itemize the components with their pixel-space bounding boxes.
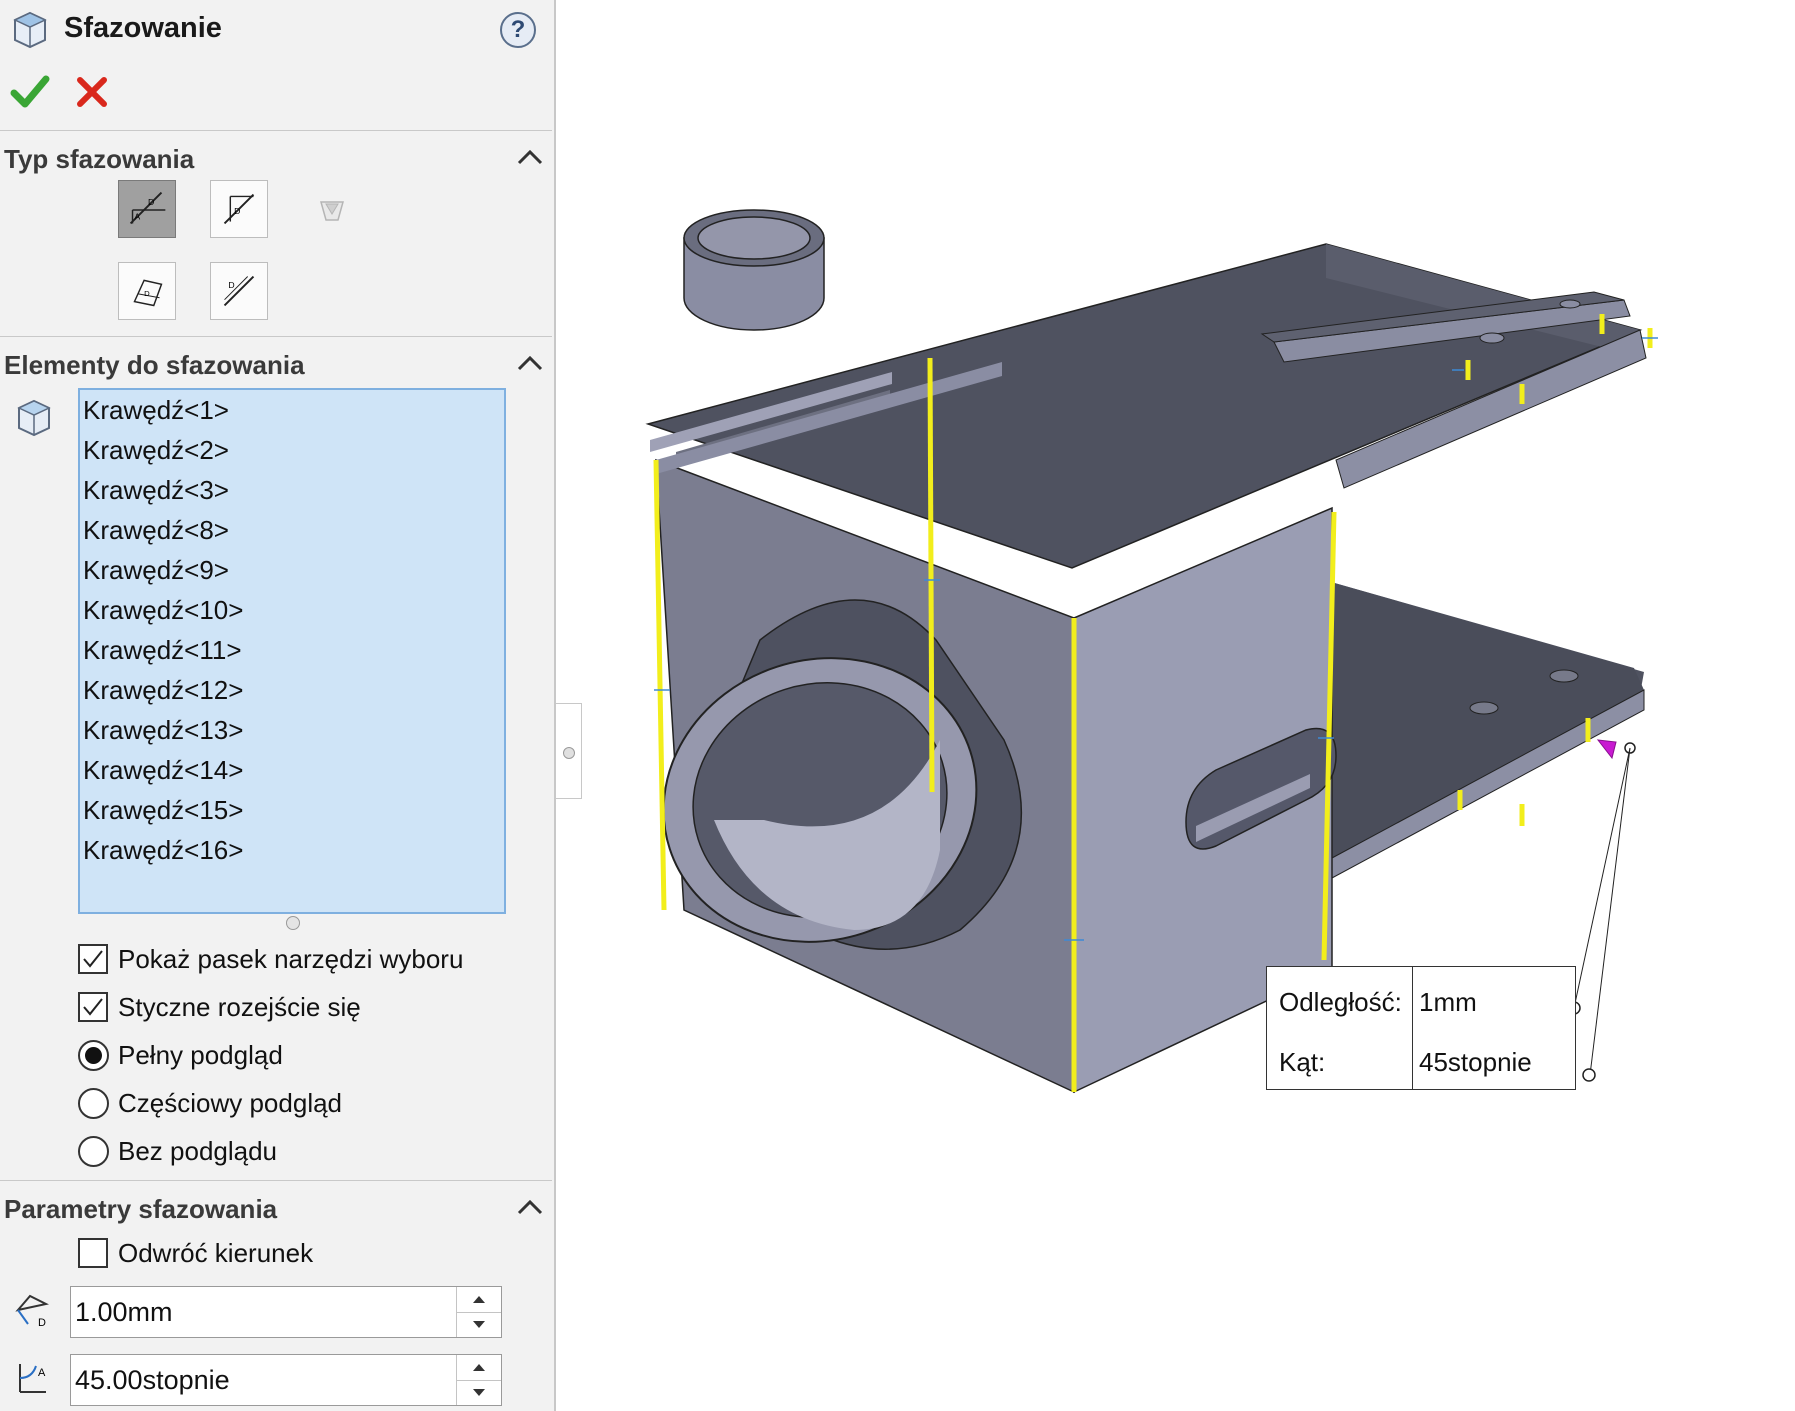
- chamfer-type-face-face-button[interactable]: D: [210, 262, 268, 320]
- divider: [0, 1180, 552, 1181]
- checkbox-box[interactable]: [78, 1238, 108, 1268]
- checkbox-label: Pokaż pasek narzędzi wyboru: [118, 944, 464, 974]
- list-item[interactable]: Krawędź<15>: [80, 790, 504, 830]
- section-title-chamfer-type: Typ sfazowania: [4, 144, 195, 174]
- callout-distance-value[interactable]: 1mm: [1419, 987, 1477, 1018]
- distance-value[interactable]: 1.00mm: [75, 1287, 173, 1337]
- list-item[interactable]: Krawędź<8>: [80, 510, 504, 550]
- leader-anchor[interactable]: [1582, 1068, 1596, 1082]
- angle-input[interactable]: 45.00stopnie: [70, 1354, 502, 1406]
- divider: [0, 130, 552, 131]
- chamfer-type-distance-distance-button[interactable]: D: [210, 180, 268, 238]
- divider: [0, 336, 552, 337]
- spin-up-button[interactable]: [457, 1287, 501, 1313]
- checkbox-label: Odwróć kierunek: [118, 1238, 314, 1268]
- svg-text:A: A: [38, 1367, 46, 1379]
- chamfer-feature-icon: [13, 11, 47, 49]
- svg-text:D: D: [148, 197, 154, 207]
- panel-title: Sfazowanie: [64, 12, 222, 44]
- list-item[interactable]: Krawędź<14>: [80, 750, 504, 790]
- checkbox-label: Styczne rozejście się: [118, 992, 361, 1022]
- list-item[interactable]: Krawędź<1>: [80, 390, 504, 430]
- distance-spinner[interactable]: [456, 1287, 501, 1337]
- distance-input[interactable]: 1.00mm: [70, 1286, 502, 1338]
- strip-hole[interactable]: [1479, 332, 1505, 344]
- list-resize-grip[interactable]: [286, 916, 300, 930]
- section-title-items-to-chamfer: Elementy do sfazowania: [4, 350, 305, 380]
- radio-button[interactable]: [78, 1040, 109, 1071]
- strip-hole[interactable]: [1559, 299, 1581, 309]
- panel-header: Sfazowanie ?: [0, 0, 556, 62]
- vertex-chamfer-icon[interactable]: [318, 196, 346, 224]
- hole[interactable]: [1469, 701, 1499, 715]
- chamfer-type-offset-face-button[interactable]: D: [118, 262, 176, 320]
- boss-cylinder-bore[interactable]: [697, 216, 811, 260]
- list-item[interactable]: Krawędź<10>: [80, 590, 504, 630]
- spin-up-button[interactable]: [457, 1355, 501, 1381]
- edge-face-selection-icon: [17, 399, 51, 437]
- callout-distance-label: Odległość:: [1279, 987, 1402, 1017]
- svg-text:A: A: [134, 212, 140, 222]
- chevron-up-icon[interactable]: [516, 354, 544, 372]
- svg-text:D: D: [234, 206, 240, 216]
- list-item[interactable]: Krawędź<3>: [80, 470, 504, 510]
- angle-value[interactable]: 45.00stopnie: [75, 1355, 230, 1405]
- checkbox-box[interactable]: [78, 944, 108, 974]
- svg-text:D: D: [228, 280, 234, 290]
- angle-spinner[interactable]: [456, 1355, 501, 1405]
- radio-button[interactable]: [78, 1136, 109, 1167]
- distance-distance-icon: D: [223, 193, 255, 225]
- selected-edge[interactable]: [927, 357, 935, 793]
- spin-down-button[interactable]: [457, 1380, 501, 1405]
- graphics-viewport[interactable]: Odległość: 1mm Kąt: 45stopnie: [584, 0, 1795, 1411]
- chevron-up-icon[interactable]: [516, 148, 544, 166]
- radio-label: Bez podglądu: [118, 1136, 278, 1166]
- section-title-chamfer-parameters: Parametry sfazowania: [4, 1194, 278, 1224]
- checkmark-icon: [83, 998, 103, 1016]
- angle-icon: A: [19, 1364, 46, 1393]
- svg-text:D: D: [38, 1317, 46, 1329]
- list-item[interactable]: Krawędź<9>: [80, 550, 504, 590]
- 3d-model-view[interactable]: [584, 0, 1795, 1411]
- spin-down-button[interactable]: [457, 1312, 501, 1337]
- distance-icon: D: [15, 1294, 49, 1329]
- radio-label: Częściowy podgląd: [118, 1088, 343, 1118]
- checkmark-icon[interactable]: [10, 74, 50, 110]
- list-item[interactable]: Krawędź<11>: [80, 630, 504, 670]
- list-item[interactable]: Krawędź<16>: [80, 830, 504, 870]
- radio-label: Pełny podgląd: [118, 1040, 283, 1070]
- svg-text:D: D: [144, 289, 150, 298]
- checkmark-icon: [83, 950, 103, 968]
- callout-separator: [1412, 967, 1413, 1089]
- leader-line: [1589, 747, 1631, 1076]
- checkbox-box[interactable]: [78, 992, 108, 1022]
- selected-items-list[interactable]: Krawędź<1> Krawędź<2> Krawędź<3> Krawędź<8>…: [78, 388, 506, 914]
- panel-collapse-handle[interactable]: [556, 703, 582, 799]
- direction-handle[interactable]: [1596, 739, 1617, 760]
- leader-line: [1573, 747, 1631, 1009]
- chamfer-callout[interactable]: Odległość: 1mm Kąt: 45stopnie: [1266, 966, 1576, 1090]
- callout-angle-label: Kąt:: [1279, 1047, 1326, 1077]
- chamfer-type-angle-distance-button[interactable]: D A: [118, 180, 176, 238]
- close-icon[interactable]: [74, 74, 110, 110]
- list-item[interactable]: Krawędź<13>: [80, 710, 504, 750]
- radio-button[interactable]: [78, 1088, 109, 1119]
- face-face-icon: D: [223, 275, 255, 307]
- list-item[interactable]: Krawędź<12>: [80, 670, 504, 710]
- hole[interactable]: [1549, 669, 1579, 683]
- help-button[interactable]: ?: [500, 12, 536, 48]
- callout-angle-value[interactable]: 45stopnie: [1419, 1047, 1532, 1078]
- chevron-up-icon[interactable]: [516, 1198, 544, 1216]
- offset-face-icon: D: [133, 279, 163, 307]
- property-manager-panel: Sfazowanie ? Typ sfazowania D A D D D El…: [0, 0, 556, 1411]
- list-item[interactable]: Krawędź<2>: [80, 430, 504, 470]
- angle-distance-icon: D A: [129, 191, 166, 225]
